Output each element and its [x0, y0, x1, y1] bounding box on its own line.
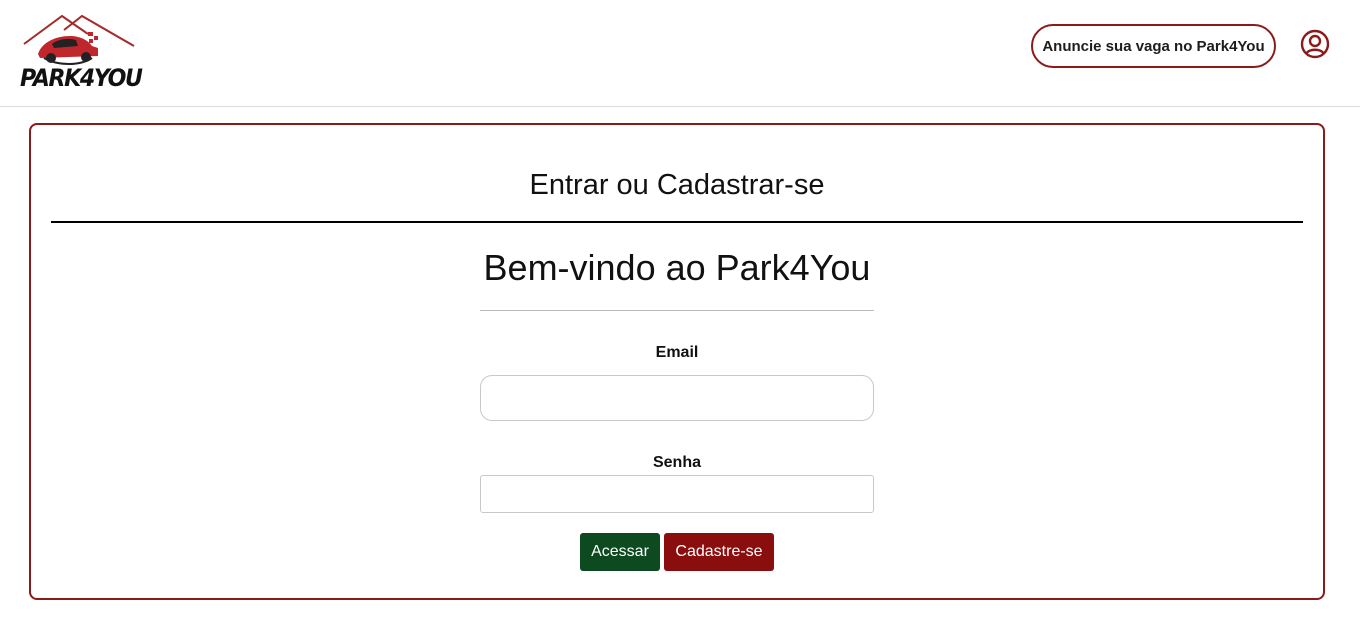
email-input[interactable]: [480, 375, 874, 421]
login-button[interactable]: Acessar: [580, 533, 660, 571]
title-divider: [51, 221, 1303, 223]
user-circle-icon[interactable]: [1300, 29, 1330, 59]
park4you-logo[interactable]: PARK4YOU: [18, 12, 143, 96]
password-label: Senha: [652, 454, 701, 471]
welcome-heading: Bem-vindo ao Park4You: [483, 247, 871, 288]
card-title: Entrar ou Cadastrar-se: [529, 169, 825, 201]
signup-button[interactable]: Cadastre-se: [664, 533, 774, 571]
top-header: PARK4YOU Anuncie sua vaga no Park4You: [0, 0, 1360, 107]
welcome-divider: [480, 310, 874, 311]
car-house-logo-icon: [23, 14, 135, 65]
logo-wordmark: PARK4YOU: [20, 64, 143, 92]
advertise-spot-button[interactable]: Anuncie sua vaga no Park4You: [1031, 24, 1276, 68]
login-card: Entrar ou Cadastrar-se Bem-vindo ao Park…: [29, 123, 1325, 600]
password-input[interactable]: [480, 475, 874, 513]
email-label: Email: [655, 344, 699, 361]
